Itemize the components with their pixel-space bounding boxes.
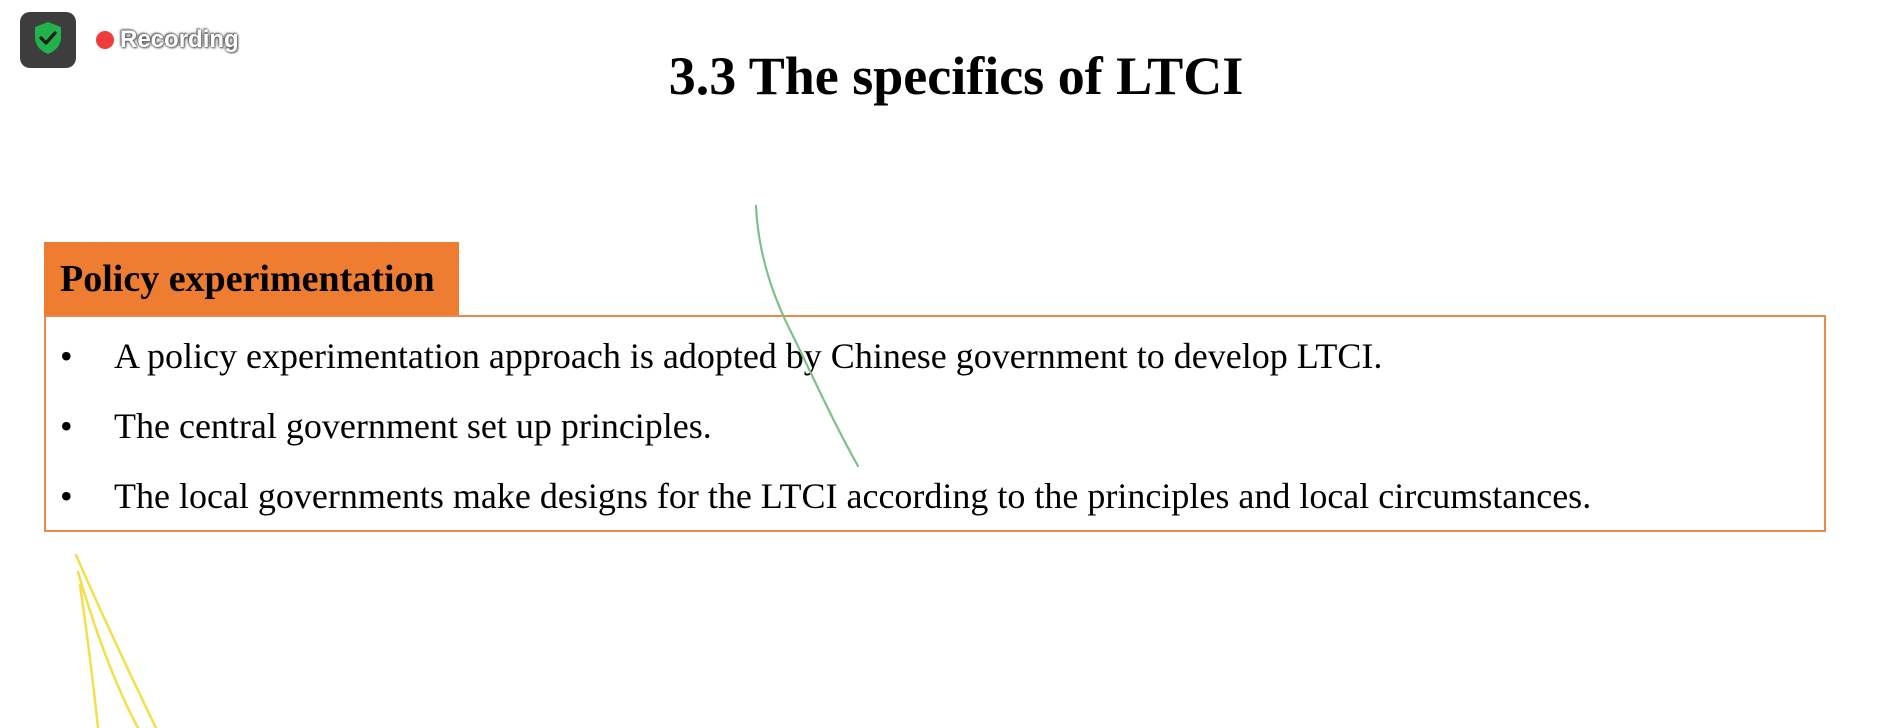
yellow-pen-stroke [74, 553, 158, 728]
bullet-marker: • [60, 406, 73, 446]
list-item: • The local governments make designs for… [60, 475, 1591, 517]
yellow-pen-stroke [78, 583, 100, 728]
section-heading: Policy experimentation [44, 242, 459, 315]
bullet-marker: • [60, 336, 73, 376]
slide-title: 3.3 The specifics of LTCI [668, 46, 1244, 106]
bullet-text: The local governments make designs for t… [114, 476, 1592, 516]
list-item: • The central government set up principl… [60, 405, 712, 447]
bullet-marker: • [60, 476, 73, 516]
list-item: • A policy experimentation approach is a… [60, 335, 1382, 377]
bullet-text: The central government set up principles… [114, 406, 712, 446]
section-content-box: • A policy experimentation approach is a… [44, 315, 1826, 532]
yellow-pen-stroke [76, 570, 140, 728]
section-heading-label: Policy experimentation [60, 257, 435, 300]
bullet-text: A policy experimentation approach is ado… [114, 336, 1383, 376]
